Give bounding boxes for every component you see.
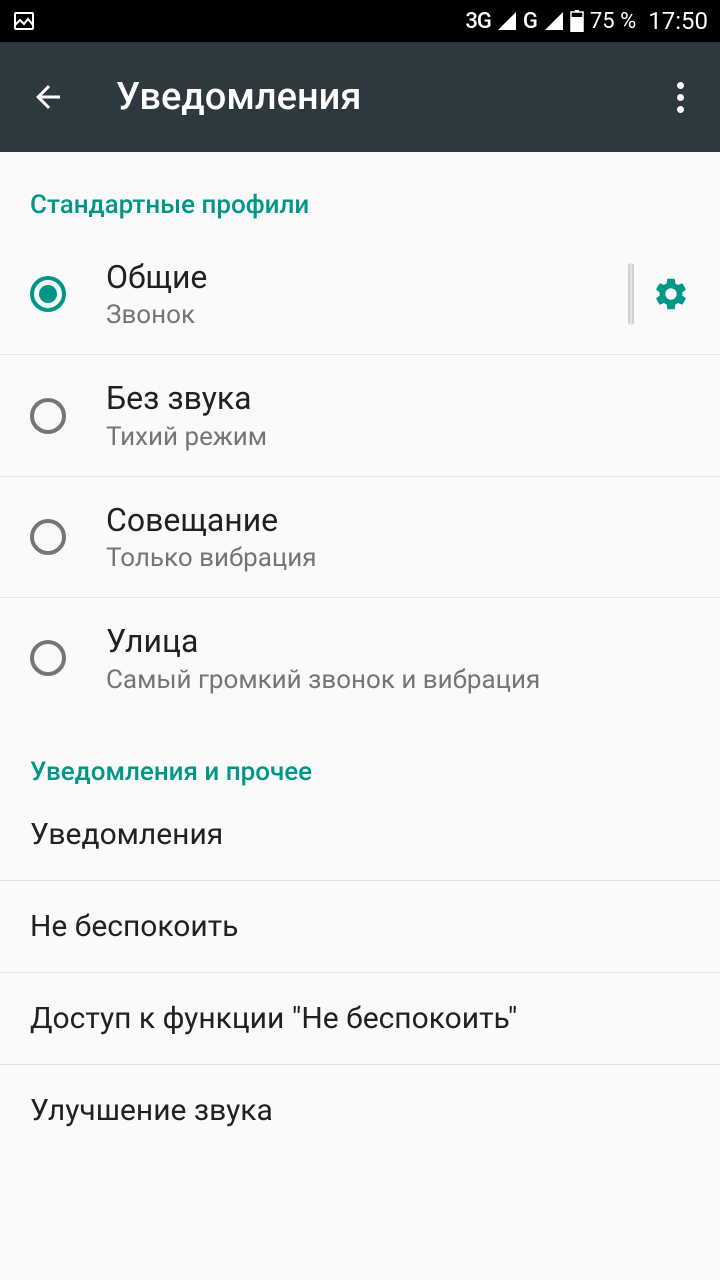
status-bar: 3G G 75 % 17:50 (0, 0, 720, 42)
profile-title: Общие (106, 258, 628, 296)
section-header-profiles: Стандартные профили (0, 152, 720, 234)
profile-row-meeting[interactable]: Совещание Только вибрация (0, 477, 720, 598)
list-item-notifications[interactable]: Уведомления (0, 801, 720, 880)
list-item-sound-improve[interactable]: Улучшение звука (0, 1064, 720, 1156)
profile-subtitle: Только вибрация (106, 543, 690, 573)
profile-subtitle: Тихий режим (106, 422, 690, 452)
profile-title: Улица (106, 622, 690, 660)
content-area: Стандартные профили Общие Звонок Без зву… (0, 152, 720, 1156)
network-3g-label: 3G (465, 9, 491, 34)
list-item-dnd[interactable]: Не беспокоить (0, 880, 720, 972)
radio-unselected-icon[interactable] (30, 519, 66, 555)
app-bar: Уведомления (0, 42, 720, 152)
battery-icon (570, 10, 584, 32)
radio-selected-icon[interactable] (30, 276, 66, 312)
radio-unselected-icon[interactable] (30, 640, 66, 676)
radio-unselected-icon[interactable] (30, 398, 66, 434)
page-title: Уведомления (116, 75, 669, 119)
list-item-dnd-access[interactable]: Доступ к функции "Не беспокоить" (0, 972, 720, 1064)
signal-icon-1 (497, 11, 517, 31)
profile-title: Без звука (106, 379, 690, 417)
signal-icon-2 (544, 11, 564, 31)
section-header-other: Уведомления и прочее (0, 719, 720, 801)
network-g-label: G (523, 9, 538, 34)
back-button[interactable] (28, 77, 68, 117)
gear-icon[interactable] (652, 275, 690, 313)
profile-subtitle: Звонок (106, 300, 628, 330)
profile-subtitle: Самый громкий звонок и вибрация (106, 665, 690, 695)
image-icon (12, 9, 36, 33)
profile-row-silent[interactable]: Без звука Тихий режим (0, 355, 720, 476)
profile-row-outdoor[interactable]: Улица Самый громкий звонок и вибрация (0, 598, 720, 718)
battery-percent: 75 % (590, 9, 636, 34)
vertical-divider (628, 263, 634, 325)
dot-icon (677, 94, 684, 101)
clock: 17:50 (648, 7, 708, 35)
profile-title: Совещание (106, 501, 690, 539)
dot-icon (677, 82, 684, 89)
dot-icon (677, 106, 684, 113)
profile-row-general[interactable]: Общие Звонок (0, 234, 720, 355)
overflow-menu-button[interactable] (669, 74, 692, 121)
